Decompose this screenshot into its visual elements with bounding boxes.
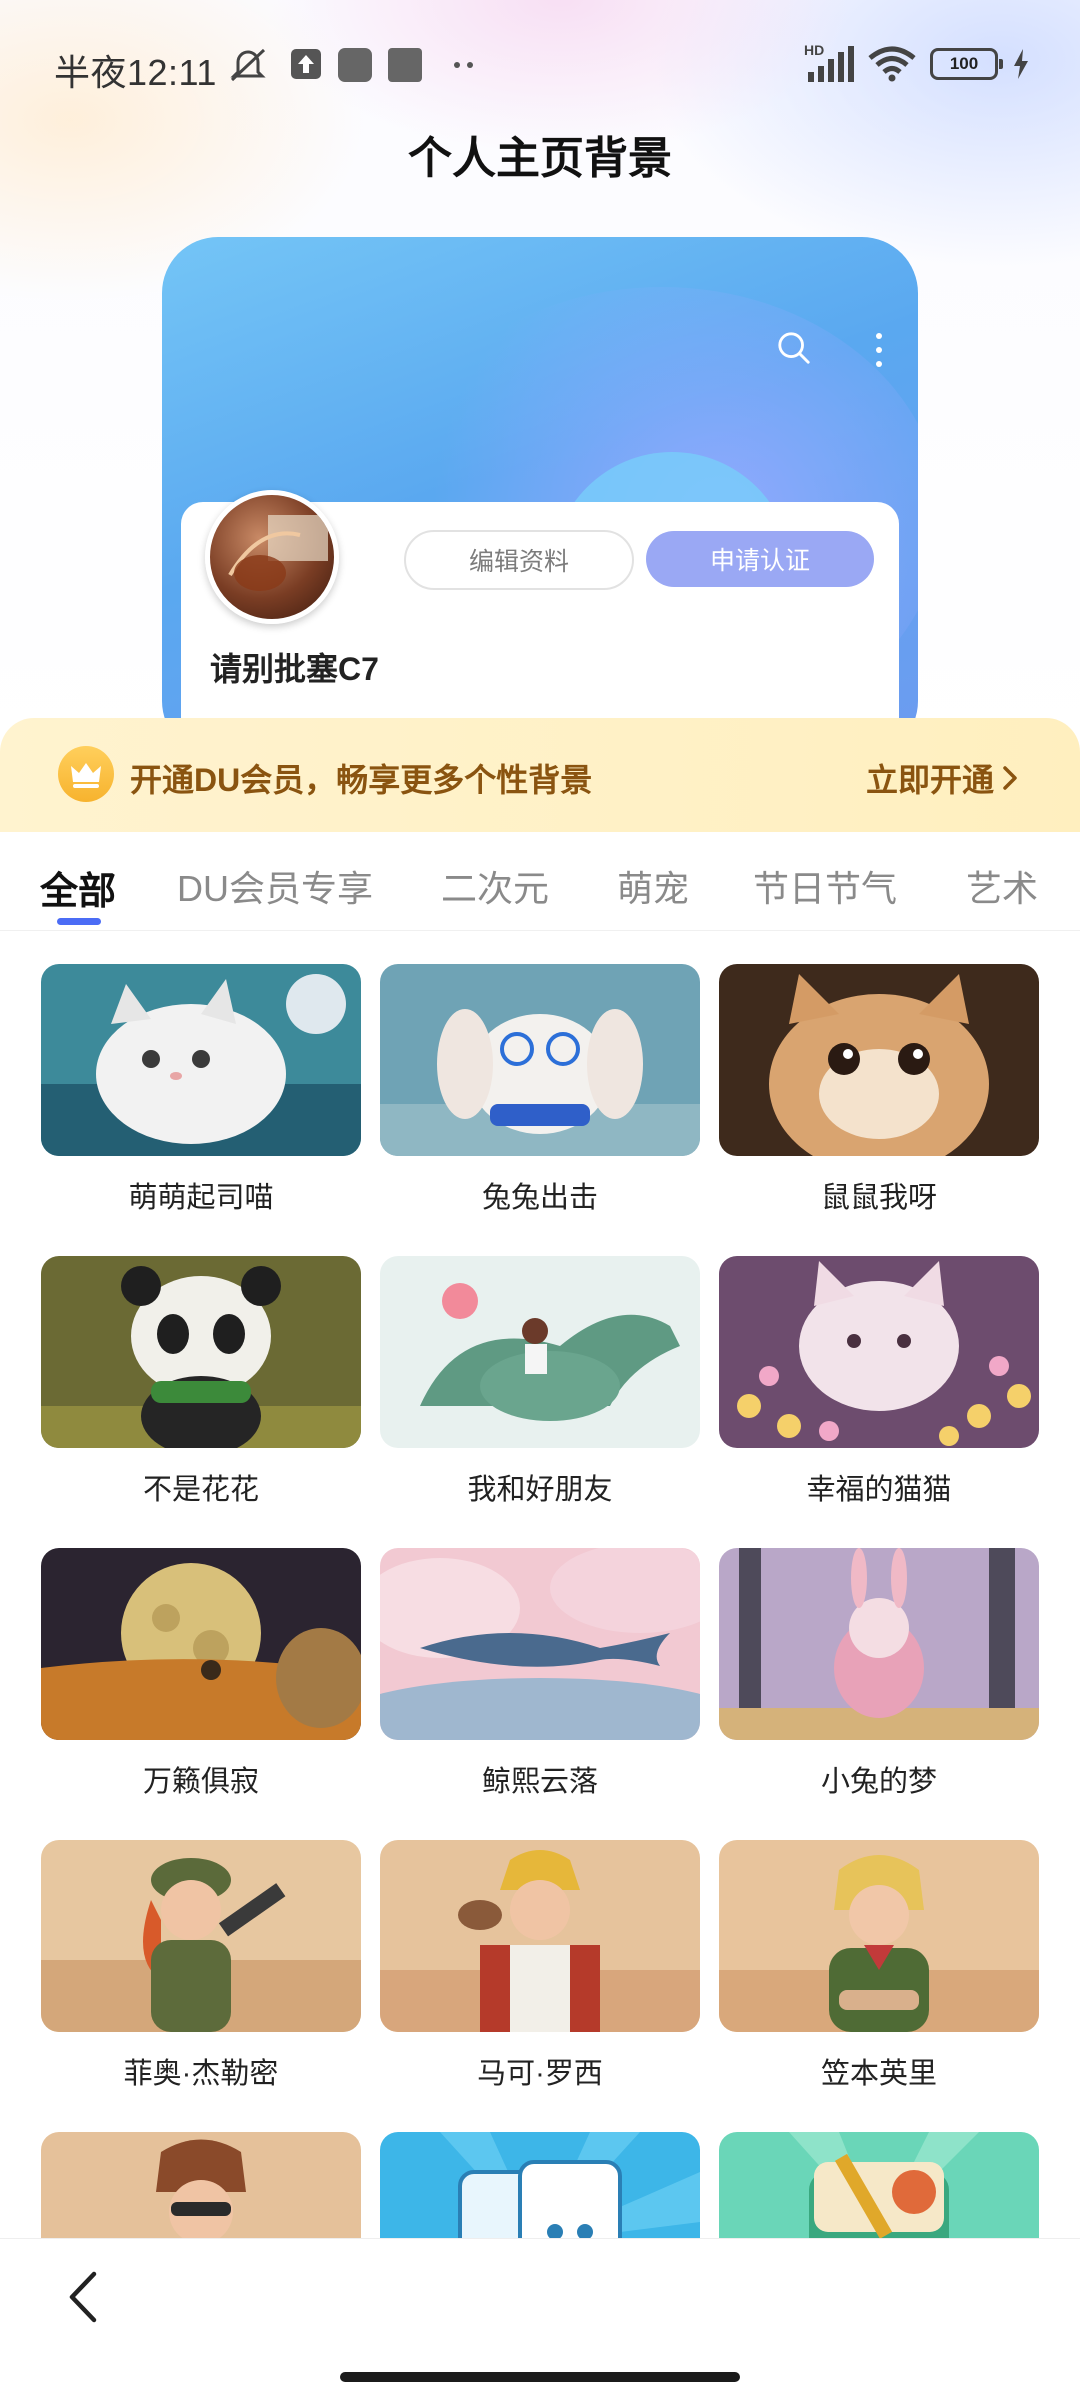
home-indicator[interactable]: [340, 2372, 740, 2382]
background-thumbnail: [380, 1548, 700, 1740]
background-item[interactable]: 笠本英里: [719, 1840, 1039, 2092]
background-thumbnail: [380, 1256, 700, 1448]
background-thumbnail: [41, 1548, 361, 1740]
background-item[interactable]: 菲奥·杰勒密: [41, 1840, 361, 2092]
search-icon: [778, 332, 810, 364]
tab-anime[interactable]: 二次元: [441, 860, 549, 912]
page-title: 个人主页背景: [408, 134, 672, 183]
app-notification-icon: [388, 48, 422, 82]
category-tabs: 全部 DU会员专享 二次元 萌宠 节日节气 艺术: [0, 832, 1080, 931]
tab-du-vip[interactable]: DU会员专享: [177, 860, 373, 912]
avatar: [205, 490, 339, 624]
app-notification-icon: [338, 48, 372, 82]
crown-icon: [58, 746, 114, 802]
background-item[interactable]: 萌萌起司喵: [41, 964, 361, 1216]
background-name: 菲奥·杰勒密: [123, 2058, 279, 2090]
vip-open-button[interactable]: 立即开通: [866, 755, 1020, 801]
mute-bell-icon: [230, 48, 266, 82]
edit-profile-button: 编辑资料: [404, 530, 634, 590]
more-notifications-icon: [454, 62, 473, 68]
background-thumbnail: [41, 1840, 361, 2032]
background-item[interactable]: 幸福的猫猫: [719, 1256, 1039, 1508]
background-item[interactable]: 鼠鼠我呀: [719, 964, 1039, 1216]
background-name: 小兔的梦: [820, 1766, 937, 1798]
background-item[interactable]: 兔兔出击: [380, 964, 700, 1216]
active-tab-indicator: [57, 918, 101, 925]
background-thumbnail: [719, 964, 1039, 1156]
tab-pets[interactable]: 萌宠: [617, 860, 689, 912]
upload-icon: [291, 49, 321, 79]
wifi-icon: [868, 46, 916, 82]
vip-promo-text: 开通DU会员，畅享更多个性背景: [130, 762, 593, 798]
background-name: 我和好朋友: [467, 1474, 613, 1506]
more-vertical-icon: [876, 333, 882, 367]
status-right-group: HD 100: [804, 42, 1030, 82]
background-name: 不是花花: [142, 1474, 259, 1506]
charging-icon: [1014, 49, 1028, 79]
background-item[interactable]: 鲸熙云落: [380, 1548, 700, 1800]
status-bar: 半夜12:11 HD 100: [0, 0, 1080, 130]
tab-all[interactable]: 全部: [40, 860, 116, 915]
battery-icon: 100: [930, 48, 1003, 80]
background-name: 萌萌起司喵: [128, 1182, 274, 1214]
background-item[interactable]: 我和好朋友: [380, 1256, 700, 1508]
background-name: 万籁俱寂: [142, 1766, 259, 1798]
background-item[interactable]: 马可·罗西: [380, 1840, 700, 2092]
background-name: 笠本英里: [820, 2058, 937, 2090]
tab-art[interactable]: 艺术: [966, 860, 1038, 912]
background-thumbnail: [719, 1256, 1039, 1448]
background-thumbnail: [41, 964, 361, 1156]
vip-open-label: 立即开通: [865, 762, 994, 798]
background-name: 幸福的猫猫: [806, 1474, 952, 1506]
chevron-right-icon: [1003, 766, 1017, 790]
background-thumbnail: [719, 1548, 1039, 1740]
background-name: 马可·罗西: [477, 2058, 603, 2090]
background-item[interactable]: 不是花花: [41, 1256, 361, 1508]
background-thumbnail: [41, 1256, 361, 1448]
background-item[interactable]: 小兔的梦: [719, 1548, 1039, 1800]
tab-festivals[interactable]: 节日节气: [753, 860, 897, 912]
apply-verification-button: 申请认证: [646, 531, 874, 587]
signal-icon: HD: [804, 42, 854, 82]
background-thumbnail: [380, 1840, 700, 2032]
status-time: 半夜12:11: [54, 52, 217, 93]
battery-level: 100: [949, 54, 979, 73]
background-thumbnail: [380, 964, 700, 1156]
background-thumbnail: [719, 1840, 1039, 2032]
background-name: 鲸熙云落: [481, 1766, 598, 1798]
back-arrow-icon[interactable]: [58, 2262, 108, 2332]
username: 请别批塞C7: [210, 651, 379, 687]
background-item[interactable]: 万籁俱寂: [41, 1548, 361, 1800]
background-name: 鼠鼠我呀: [820, 1182, 937, 1214]
background-name: 兔兔出击: [481, 1182, 598, 1214]
